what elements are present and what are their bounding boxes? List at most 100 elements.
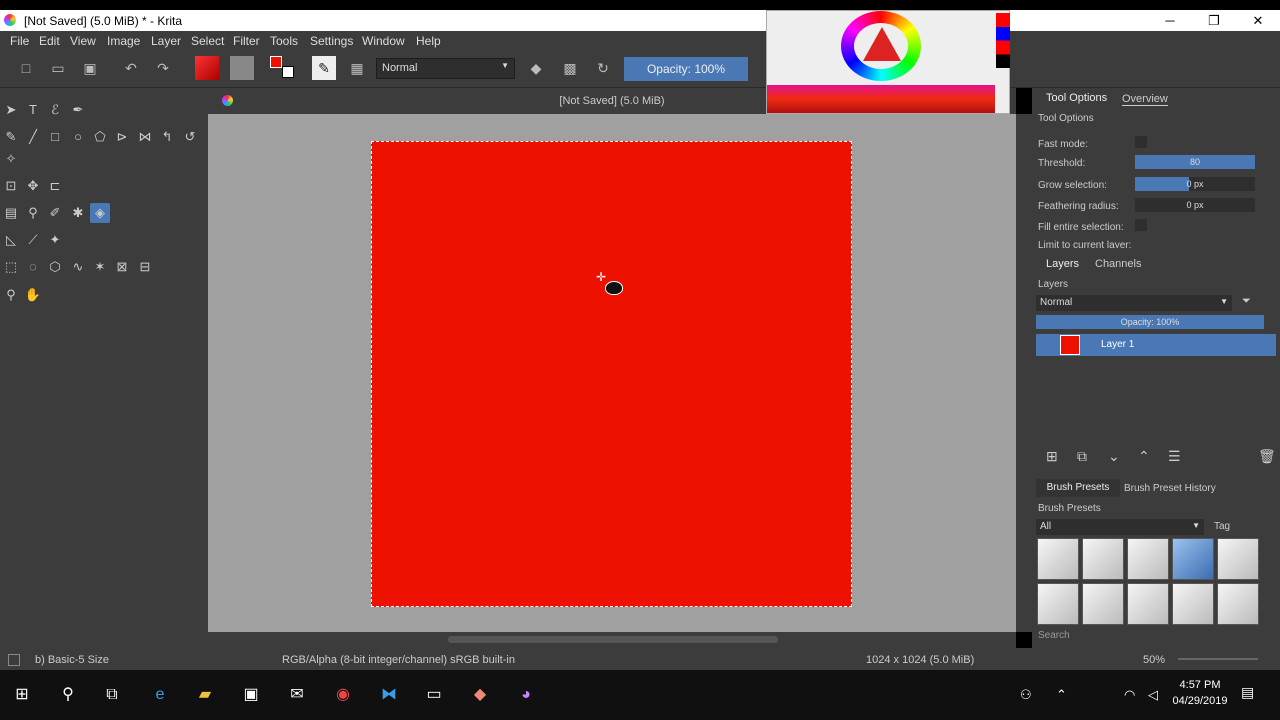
canvas-image[interactable] (371, 141, 852, 607)
layer-opacity-slider[interactable]: Opacity: 100% (1036, 315, 1264, 329)
colorize-mask-icon[interactable]: ✐ (45, 203, 65, 223)
horizontal-scrollbar[interactable] (208, 632, 1016, 648)
file-explorer-icon[interactable]: ▰ (193, 683, 217, 707)
pan-tool-icon[interactable]: ✋ (23, 285, 43, 305)
undo-icon[interactable]: ↶ (122, 59, 140, 77)
bezier-tool-icon[interactable]: ⋈ (135, 127, 155, 147)
color-shade-bars[interactable] (767, 85, 995, 113)
measure-tool-icon[interactable]: ◺ (1, 230, 21, 250)
text-tool-icon[interactable]: T (23, 100, 43, 120)
recent-colors-strip[interactable] (996, 13, 1010, 68)
people-icon[interactable]: ⚇ (1020, 687, 1032, 703)
tab-overview[interactable]: Overview (1122, 93, 1168, 106)
polygon-select-icon[interactable]: ⬡ (45, 257, 65, 277)
menu-image[interactable]: Image (107, 34, 140, 48)
duplicate-layer-icon[interactable]: ⧉ (1077, 448, 1087, 465)
tray-chevron-icon[interactable]: ⌃ (1056, 687, 1067, 703)
gradient-tool-icon[interactable]: ▤ (1, 203, 21, 223)
delete-layer-icon[interactable]: 🗑 (1258, 448, 1276, 465)
dynamic-brush-icon[interactable]: ↺ (180, 127, 200, 147)
task-view-icon[interactable]: ⧉ (100, 683, 124, 707)
tab-layers[interactable]: Layers (1046, 258, 1079, 270)
brush-filter-select[interactable]: All ▼ (1036, 519, 1204, 535)
brush-preset-10[interactable] (1217, 583, 1259, 625)
pattern-selector[interactable] (230, 56, 254, 80)
mail-icon[interactable]: ✉ (285, 683, 309, 707)
ellipse-select-icon[interactable]: ◌ (23, 257, 43, 277)
brush-preset-8[interactable] (1127, 583, 1169, 625)
reload-preset-icon[interactable]: ↻ (594, 59, 612, 77)
threshold-slider[interactable]: 80 (1135, 155, 1255, 169)
contiguous-select-icon[interactable]: ✶ (90, 257, 110, 277)
eraser-icon[interactable]: ◆ (527, 59, 545, 77)
minimize-button[interactable]: ─ (1148, 10, 1192, 31)
brush-preset-icon[interactable]: ✎ (312, 56, 336, 80)
saturation-triangle[interactable] (863, 27, 901, 61)
menu-select[interactable]: Select (191, 34, 224, 48)
edit-shapes-icon[interactable]: ℰ (45, 100, 65, 120)
scroll-thumb[interactable] (448, 636, 778, 643)
start-button-icon[interactable]: ⊞ (10, 683, 34, 707)
menu-settings[interactable]: Settings (310, 34, 353, 48)
vscode-icon[interactable]: ⧓ (377, 683, 401, 707)
move-layer-up-icon[interactable]: ⌃ (1138, 448, 1150, 465)
move-tool-icon[interactable]: ✥ (23, 176, 43, 196)
brush-preset-6[interactable] (1037, 583, 1079, 625)
close-button[interactable]: ✕ (1236, 10, 1280, 31)
tab-channels[interactable]: Channels (1095, 258, 1141, 270)
filter-icon[interactable]: ⏷ (1242, 295, 1251, 308)
fill-tool-icon[interactable]: ◈ (90, 203, 110, 223)
grow-selection-slider[interactable]: 0 px (1135, 177, 1255, 191)
vertical-scrollbar[interactable] (1016, 114, 1032, 632)
tab-tool-options[interactable]: Tool Options (1046, 92, 1107, 104)
freehand-path-icon[interactable]: ↰ (157, 127, 177, 147)
restore-button[interactable]: ❐ (1192, 10, 1236, 31)
layer-blend-select[interactable]: Normal ▼ (1036, 295, 1232, 311)
brush-preset-2[interactable] (1082, 538, 1124, 580)
menu-layer[interactable]: Layer (151, 34, 181, 48)
gradient-selector[interactable] (195, 56, 219, 80)
crop-tool-icon[interactable]: ⊏ (45, 176, 65, 196)
fast-mode-checkbox[interactable] (1135, 136, 1147, 148)
line-tool-icon[interactable]: ╱ (23, 127, 43, 147)
save-icon[interactable]: ▣ (81, 59, 99, 77)
brush-search-field[interactable]: Search (1038, 630, 1070, 641)
blend-mode-select[interactable]: Normal ▼ (376, 58, 515, 79)
brush-settings-icon[interactable]: ▦ (348, 59, 366, 77)
calligraphy-icon[interactable]: ✒ (68, 100, 88, 120)
alpha-lock-icon[interactable]: ▩ (561, 59, 579, 77)
tab-brush-preset-history[interactable]: Brush Preset History (1124, 483, 1216, 494)
opacity-slider[interactable]: Opacity: 100% (624, 57, 748, 81)
brush-preset-3[interactable] (1127, 538, 1169, 580)
menu-window[interactable]: Window (362, 34, 405, 48)
tag-button[interactable]: Tag (1214, 521, 1230, 532)
rectangle-tool-icon[interactable]: □ (45, 127, 65, 147)
color-selector-popup[interactable] (766, 10, 1010, 114)
select-shapes-icon[interactable]: ➤ (1, 100, 21, 120)
menu-tools[interactable]: Tools (270, 34, 298, 48)
layer-name[interactable]: Layer 1 (1101, 339, 1134, 350)
menu-edit[interactable]: Edit (39, 34, 60, 48)
brush-preset-1[interactable] (1037, 538, 1079, 580)
similar-select-icon[interactable]: ⊠ (112, 257, 132, 277)
transform-tool-icon[interactable]: ⊡ (1, 176, 21, 196)
add-layer-icon[interactable]: ⊞ (1046, 448, 1058, 465)
menu-file[interactable]: File (10, 34, 29, 48)
new-document-icon[interactable]: □ (17, 59, 35, 77)
brush-preset-9[interactable] (1172, 583, 1214, 625)
tab-brush-presets[interactable]: Brush Presets (1036, 479, 1120, 497)
brush-preset-5[interactable] (1217, 538, 1259, 580)
edge-browser-icon[interactable]: e (148, 683, 172, 707)
rect-select-icon[interactable]: ⬚ (1, 257, 21, 277)
zoom-tool-icon[interactable]: ⚲ (1, 285, 21, 305)
search-icon[interactable]: ⚲ (56, 683, 80, 707)
zoom-slider[interactable] (1178, 658, 1258, 660)
menu-filter[interactable]: Filter (233, 34, 260, 48)
multibrush-icon[interactable]: ✧ (1, 149, 21, 169)
brush-preset-4[interactable] (1172, 538, 1214, 580)
polygon-tool-icon[interactable]: ⬠ (90, 127, 110, 147)
brush-preset-7[interactable] (1082, 583, 1124, 625)
app-icon[interactable]: ◆ (468, 683, 492, 707)
chrome-icon[interactable]: ◉ (331, 683, 355, 707)
move-layer-down-icon[interactable]: ⌄ (1108, 448, 1120, 465)
